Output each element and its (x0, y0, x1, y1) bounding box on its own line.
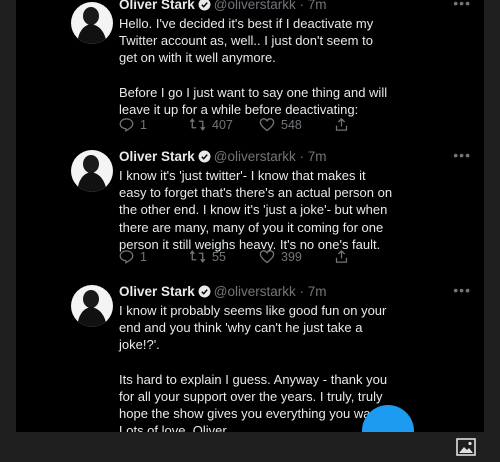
share-button[interactable] (334, 249, 349, 264)
tweet-header: Oliver Stark @oliverstarkk · 7m ••• (119, 146, 471, 168)
reply-count: 1 (140, 117, 147, 132)
author-handle[interactable]: @oliverstarkk (214, 149, 296, 164)
avatar[interactable] (71, 150, 113, 192)
share-icon (334, 249, 349, 264)
timestamp[interactable]: 7m (308, 0, 327, 12)
verified-badge-icon (198, 285, 211, 303)
reply-count: 1 (140, 249, 147, 264)
reply-icon (119, 249, 134, 264)
tweet-3[interactable]: Oliver Stark @oliverstarkk · 7m ••• I kno… (16, 281, 484, 432)
more-options-icon[interactable]: ••• (453, 146, 471, 164)
tweet-text: I know it's 'just twitter'- I know that … (119, 168, 393, 252)
separator: · (295, 0, 308, 12)
verified-badge-icon (198, 0, 211, 16)
tweet-thread: Oliver Stark @oliverstarkk · 7m ••• Hello… (16, 0, 484, 432)
tweet-text: Hello. I've decided it's best if I deact… (119, 16, 388, 118)
author-name[interactable]: Oliver Stark (119, 284, 195, 299)
like-count: 399 (281, 249, 302, 264)
reply-button[interactable]: 1 (119, 249, 147, 264)
separator: · (295, 149, 308, 164)
author-name[interactable]: Oliver Stark (119, 0, 195, 12)
tweet-header: Oliver Stark @oliverstarkk · 7m ••• (119, 281, 471, 303)
timestamp[interactable]: 7m (308, 149, 327, 164)
heart-icon (259, 249, 275, 264)
tweet-1[interactable]: Oliver Stark @oliverstarkk · 7m ••• Hello… (16, 0, 484, 140)
like-button[interactable]: 399 (259, 249, 302, 264)
verified-badge-icon (198, 150, 211, 168)
retweet-button[interactable]: 55 (189, 249, 226, 264)
retweet-icon (189, 117, 206, 132)
reply-icon (119, 117, 134, 132)
retweet-button[interactable]: 407 (189, 117, 233, 132)
tweet-text: I know it probably seems like good fun o… (119, 303, 388, 432)
more-options-icon[interactable]: ••• (453, 0, 471, 12)
avatar[interactable] (71, 2, 113, 44)
author-handle[interactable]: @oliverstarkk (214, 0, 296, 12)
like-button[interactable]: 548 (259, 117, 302, 132)
author-name[interactable]: Oliver Stark (119, 149, 195, 164)
author-handle[interactable]: @oliverstarkk (214, 284, 296, 299)
tweet-actions: 1 407 548 (119, 117, 359, 135)
more-options-icon[interactable]: ••• (453, 281, 471, 299)
image-icon[interactable] (456, 438, 476, 456)
like-count: 548 (281, 117, 302, 132)
tweet-2[interactable]: Oliver Stark @oliverstarkk · 7m ••• I kno… (16, 146, 484, 280)
heart-icon (259, 117, 275, 132)
share-icon (334, 117, 349, 132)
tweet-actions: 1 55 399 (119, 249, 359, 267)
avatar[interactable] (71, 285, 113, 327)
reply-button[interactable]: 1 (119, 117, 147, 132)
tweet-header: Oliver Stark @oliverstarkk · 7m ••• (119, 0, 471, 14)
retweet-icon (189, 249, 206, 264)
share-button[interactable] (334, 117, 349, 132)
timestamp[interactable]: 7m (308, 284, 327, 299)
retweet-count: 407 (212, 117, 233, 132)
retweet-count: 55 (212, 249, 226, 264)
separator: · (295, 284, 308, 299)
